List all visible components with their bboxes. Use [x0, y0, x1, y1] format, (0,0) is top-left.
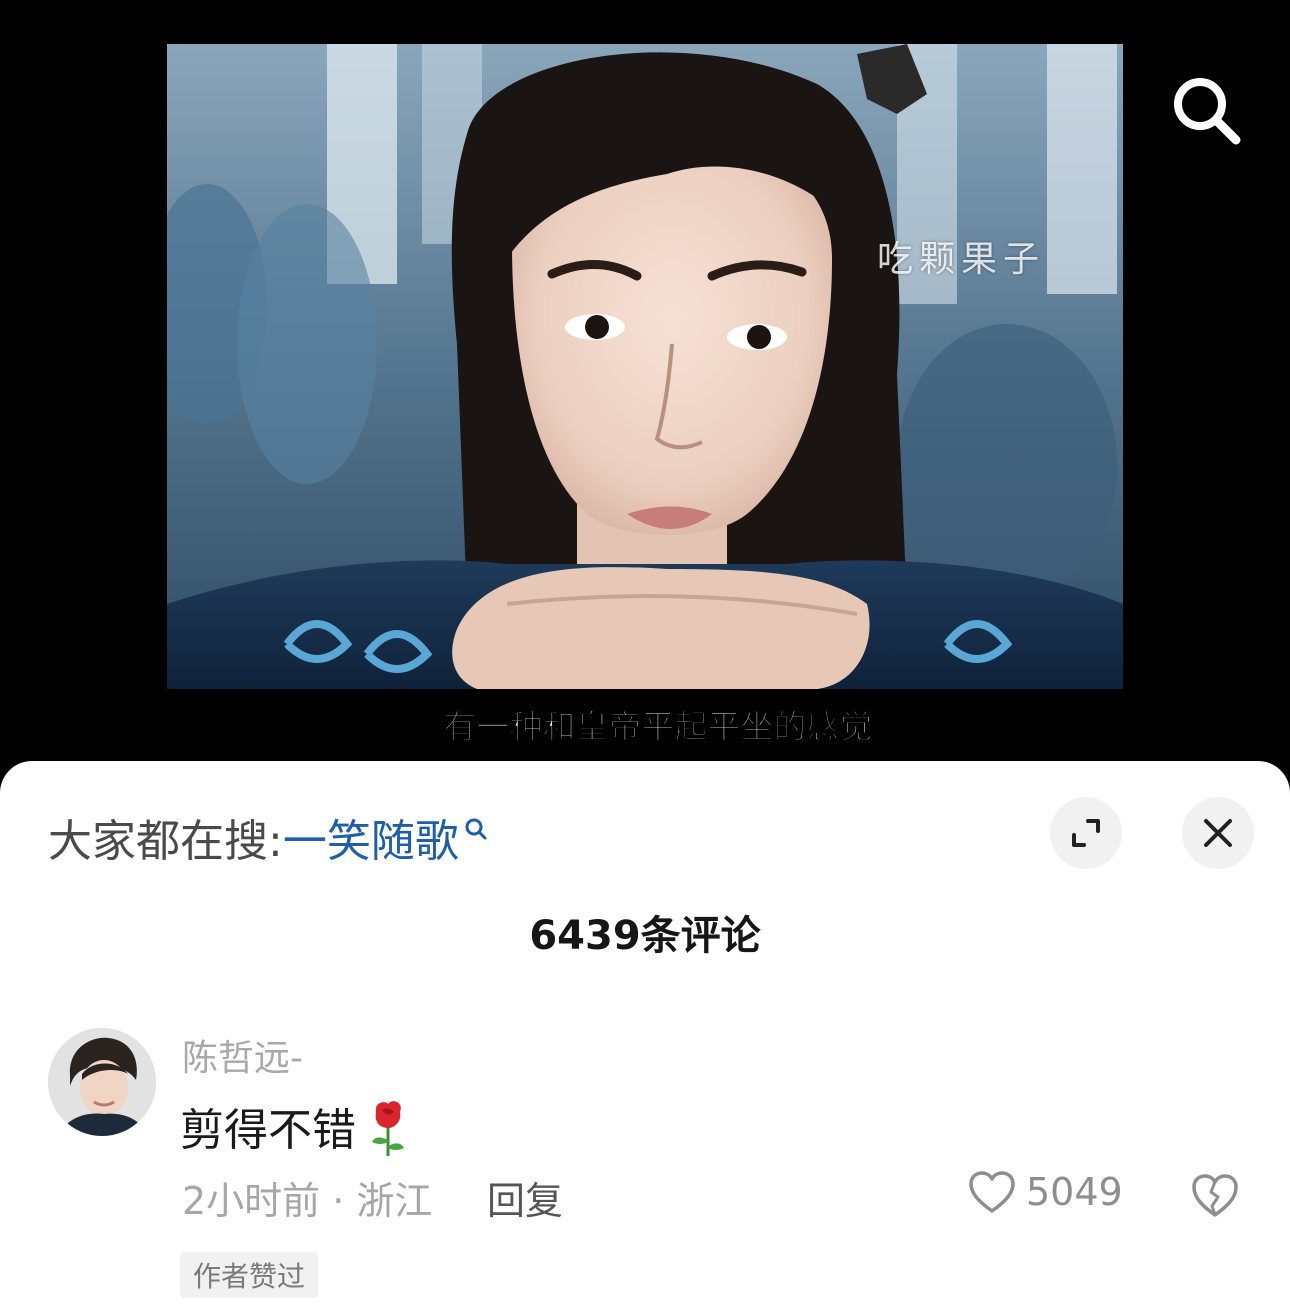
like-button[interactable]: 5049	[968, 1170, 1123, 1214]
like-count: 5049	[1026, 1170, 1123, 1214]
video-player[interactable]: 吃颗果子 有一种和皇帝平起平坐的感觉	[0, 0, 1290, 790]
trending-label: 大家都在搜:	[48, 816, 283, 867]
author-liked-badge: 作者赞过	[180, 1252, 319, 1298]
video-subtitle: 有一种和皇帝平起平坐的感觉	[443, 707, 873, 747]
reply-button[interactable]: 回复	[487, 1170, 563, 1225]
app-screen: 吃颗果子 有一种和皇帝平起平坐的感觉 大家都在搜:一笑随歌 6439条评论 陈哲…	[0, 0, 1290, 1305]
dislike-button[interactable]	[1190, 1172, 1240, 1222]
small-search-icon	[463, 805, 489, 856]
comment-meta: 2小时前 · 浙江	[182, 1179, 433, 1223]
trending-term-link[interactable]: 一笑随歌	[283, 816, 459, 867]
comment-username[interactable]: 陈哲远-	[182, 1029, 303, 1081]
comment-body: 剪得不错	[180, 1094, 410, 1169]
comment-sheet: 大家都在搜:一笑随歌 6439条评论 陈哲远- 剪得不错 2小时前 · 浙江 回…	[0, 761, 1290, 1305]
expand-icon	[1072, 819, 1100, 847]
comment-text: 剪得不错	[180, 1105, 356, 1156]
comment-count: 6439条评论	[529, 913, 761, 959]
video-watermark: 吃颗果子	[877, 239, 1046, 280]
close-icon	[1204, 819, 1232, 847]
broken-heart-icon	[1192, 1174, 1238, 1217]
expand-button[interactable]	[1050, 797, 1122, 869]
avatar[interactable]	[48, 1028, 156, 1136]
video-frame[interactable]: 吃颗果子	[167, 44, 1123, 689]
rose-emoji-icon	[366, 1098, 410, 1169]
close-button[interactable]	[1182, 797, 1254, 869]
trending-search[interactable]: 大家都在搜:一笑随歌	[48, 805, 489, 869]
video-still-image	[167, 44, 1123, 689]
search-button[interactable]	[1166, 70, 1246, 150]
heart-icon	[969, 1171, 1015, 1213]
comment-item: 陈哲远- 剪得不错 2小时前 · 浙江 回复 5049 作者赞过	[0, 1026, 1290, 1305]
search-icon	[1174, 78, 1241, 145]
